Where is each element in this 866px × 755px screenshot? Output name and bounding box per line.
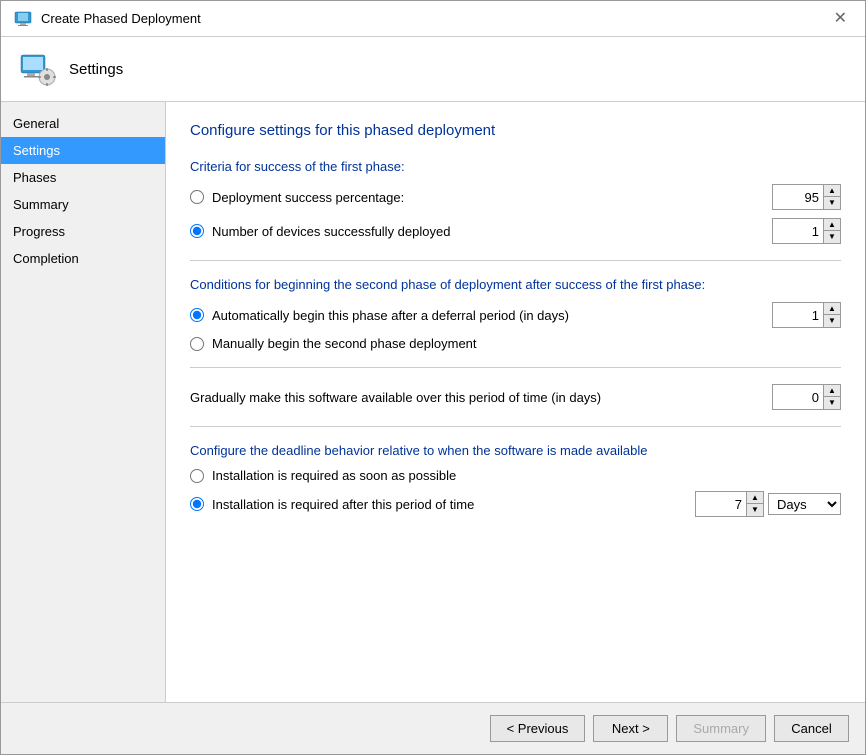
spinner-pct-down[interactable]: ▼ — [824, 197, 840, 209]
footer: < Previous Next > Summary Cancel — [1, 702, 865, 754]
radio-install-asap[interactable] — [190, 469, 204, 483]
radio-left-asap: Installation is required as soon as poss… — [190, 468, 456, 483]
radio-auto-begin-label: Automatically begin this phase after a d… — [212, 308, 569, 323]
sidebar-item-general[interactable]: General — [1, 110, 165, 137]
spinner-gradual-down[interactable]: ▼ — [824, 397, 840, 409]
previous-button[interactable]: < Previous — [490, 715, 586, 742]
spinner-gradual-up[interactable]: ▲ — [824, 385, 840, 397]
gradual-section: Gradually make this software available o… — [190, 384, 841, 410]
conditions-label: Conditions for beginning the second phas… — [190, 277, 841, 292]
radio-install-asap-label: Installation is required as soon as poss… — [212, 468, 456, 483]
conditions-section: Conditions for beginning the second phas… — [190, 277, 841, 351]
spinner-success-pct: ▲ ▼ — [772, 184, 841, 210]
radio-devices-deployed-label: Number of devices successfully deployed — [212, 224, 450, 239]
sidebar-item-settings[interactable]: Settings — [1, 137, 165, 164]
spinner-deferral-up[interactable]: ▲ — [824, 303, 840, 315]
gradual-value-input[interactable] — [773, 385, 823, 409]
divider-3 — [190, 426, 841, 427]
spinner-deferral-down[interactable]: ▼ — [824, 315, 840, 327]
radio-deployment-success-label: Deployment success percentage: — [212, 190, 404, 205]
summary-button[interactable]: Summary — [676, 715, 766, 742]
header-section: Settings — [1, 37, 865, 102]
main-window: Create Phased Deployment ✕ Settings Gene… — [0, 0, 866, 755]
spinner-period-down[interactable]: ▼ — [747, 504, 763, 516]
spinner-gradual: ▲ ▼ — [772, 384, 841, 410]
deferral-value-input[interactable] — [773, 303, 823, 327]
radio-row-auto: Automatically begin this phase after a d… — [190, 302, 841, 328]
radio-row-asap: Installation is required as soon as poss… — [190, 468, 841, 483]
spinner-pct-up[interactable]: ▲ — [824, 185, 840, 197]
settings-icon — [17, 49, 57, 89]
spinner-period-up[interactable]: ▲ — [747, 492, 763, 504]
divider-1 — [190, 260, 841, 261]
window-title: Create Phased Deployment — [41, 11, 201, 26]
next-button[interactable]: Next > — [593, 715, 668, 742]
radio-left-manual: Manually begin the second phase deployme… — [190, 336, 477, 351]
main-content: Configure settings for this phased deplo… — [166, 102, 865, 702]
spinner-deferral-buttons: ▲ ▼ — [823, 303, 840, 327]
radio-devices-deployed[interactable] — [190, 224, 204, 238]
spinner-period-buttons: ▲ ▼ — [746, 492, 763, 516]
divider-2 — [190, 367, 841, 368]
radio-install-after[interactable] — [190, 497, 204, 511]
page-title: Configure settings for this phased deplo… — [190, 122, 841, 139]
sidebar: General Settings Phases Summary Progress… — [1, 102, 166, 702]
gradual-row: Gradually make this software available o… — [190, 384, 841, 410]
spinner-devices: ▲ ▼ — [772, 218, 841, 244]
radio-manual-begin[interactable] — [190, 337, 204, 351]
close-button[interactable]: ✕ — [828, 9, 853, 29]
radio-left-auto: Automatically begin this phase after a d… — [190, 308, 569, 323]
deadline-section: Configure the deadline behavior relative… — [190, 443, 841, 517]
radio-row-period: Installation is required after this peri… — [190, 491, 841, 517]
cancel-button[interactable]: Cancel — [774, 715, 849, 742]
header-title: Settings — [69, 61, 123, 78]
spinner-devices-down[interactable]: ▼ — [824, 231, 840, 243]
radio-manual-begin-label: Manually begin the second phase deployme… — [212, 336, 477, 351]
spinner-deferral: ▲ ▼ — [772, 302, 841, 328]
radio-row-devices: Number of devices successfully deployed … — [190, 218, 841, 244]
radio-row-manual: Manually begin the second phase deployme… — [190, 336, 841, 351]
spinner-gradual-buttons: ▲ ▼ — [823, 385, 840, 409]
gradual-label-area: Gradually make this software available o… — [190, 390, 601, 405]
radio-left-success-pct: Deployment success percentage: — [190, 190, 404, 205]
criteria-radio-group: Deployment success percentage: ▲ ▼ — [190, 184, 841, 244]
radio-left-devices: Number of devices successfully deployed — [190, 224, 450, 239]
spinner-deferral-input: ▲ ▼ — [772, 302, 841, 328]
spinner-period-input: ▲ ▼ — [695, 491, 764, 517]
sidebar-item-phases[interactable]: Phases — [1, 164, 165, 191]
radio-auto-begin[interactable] — [190, 308, 204, 322]
sidebar-item-completion[interactable]: Completion — [1, 245, 165, 272]
spinner-pct-buttons: ▲ ▼ — [823, 185, 840, 209]
radio-install-after-label: Installation is required after this peri… — [212, 497, 474, 512]
spinner-devices-up[interactable]: ▲ — [824, 219, 840, 231]
sidebar-item-summary[interactable]: Summary — [1, 191, 165, 218]
radio-deployment-success[interactable] — [190, 190, 204, 204]
pct-value-input[interactable] — [773, 185, 823, 209]
deadline-radio-group: Installation is required as soon as poss… — [190, 468, 841, 517]
conditions-radio-group: Automatically begin this phase after a d… — [190, 302, 841, 351]
spinner-pct-input: ▲ ▼ — [772, 184, 841, 210]
deadline-label: Configure the deadline behavior relative… — [190, 443, 841, 458]
gradual-label: Gradually make this software available o… — [190, 390, 601, 405]
spinner-devices-input: ▲ ▼ — [772, 218, 841, 244]
radio-row-success-pct: Deployment success percentage: ▲ ▼ — [190, 184, 841, 210]
content-area: General Settings Phases Summary Progress… — [1, 102, 865, 702]
period-controls: ▲ ▼ Days Weeks Months — [695, 491, 841, 517]
sidebar-item-progress[interactable]: Progress — [1, 218, 165, 245]
spinner-devices-buttons: ▲ ▼ — [823, 219, 840, 243]
window-icon — [13, 9, 33, 29]
title-bar-left: Create Phased Deployment — [13, 9, 201, 29]
radio-left-period: Installation is required after this peri… — [190, 497, 474, 512]
title-bar: Create Phased Deployment ✕ — [1, 1, 865, 37]
criteria-label: Criteria for success of the first phase: — [190, 159, 841, 174]
spinner-gradual-input: ▲ ▼ — [772, 384, 841, 410]
devices-value-input[interactable] — [773, 219, 823, 243]
days-select[interactable]: Days Weeks Months — [768, 493, 841, 515]
period-value-input[interactable] — [696, 492, 746, 516]
